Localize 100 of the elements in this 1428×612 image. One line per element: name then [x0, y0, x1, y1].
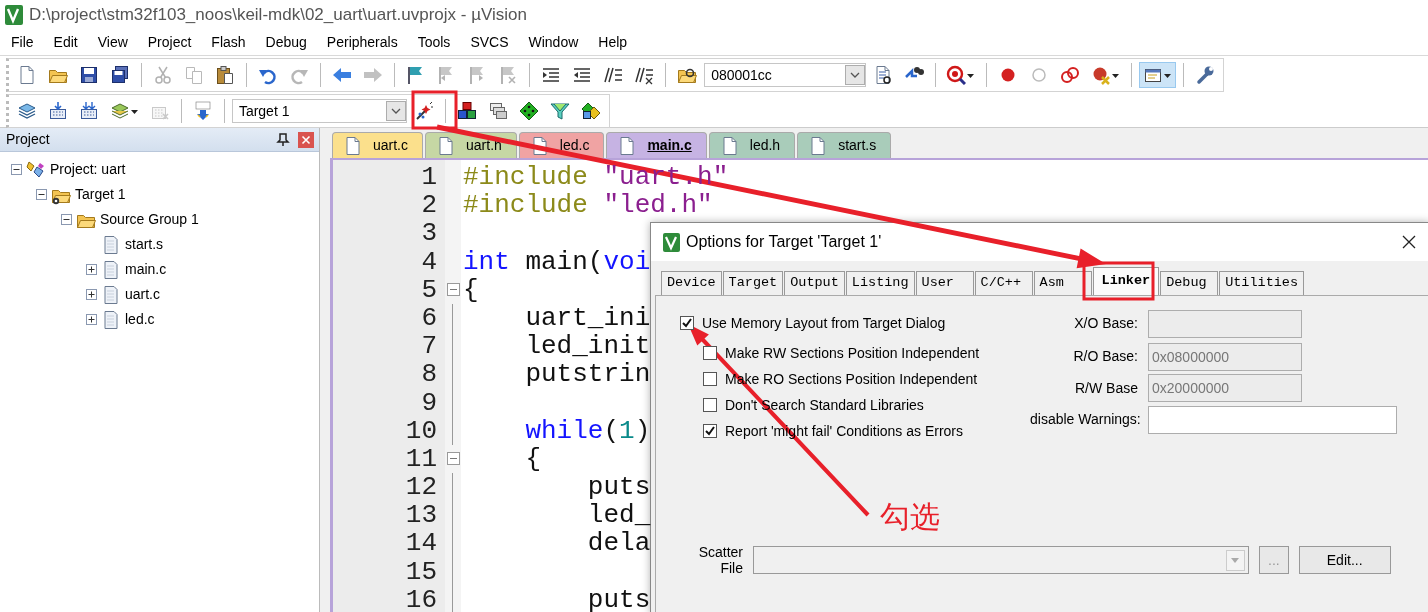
dialog-tab[interactable]: User	[915, 271, 974, 295]
line-number: 8	[420, 360, 438, 389]
dialog-tab[interactable]: Asm	[1033, 271, 1092, 295]
fold-icon[interactable]	[446, 452, 460, 466]
toggle-button[interactable]	[1139, 62, 1177, 88]
code-line: {	[463, 275, 479, 304]
checkbox[interactable]	[703, 372, 717, 386]
fold-icon[interactable]	[446, 283, 460, 297]
menu-item[interactable]: SVCS	[460, 32, 519, 53]
dialog-tab[interactable]: Target	[722, 271, 784, 295]
dialog-title: Options for Target 'Target 1'	[686, 232, 882, 252]
file-tab[interactable]: main.c	[606, 132, 707, 158]
menu-item[interactable]: Help	[588, 32, 638, 53]
file-icon	[436, 135, 456, 156]
dialog-tab[interactable]: Debug	[1160, 271, 1219, 295]
line-number: 1	[420, 163, 438, 192]
checkbox[interactable]	[703, 346, 717, 360]
line-number: 4	[420, 247, 438, 276]
field-label: Scatter File	[697, 544, 743, 576]
collapse-icon[interactable]	[11, 164, 22, 175]
line-number: 7	[420, 332, 438, 361]
expand-icon[interactable]	[86, 289, 97, 300]
magic-wand-icon[interactable]	[414, 101, 435, 121]
dialog-tab[interactable]: Device	[661, 271, 722, 295]
target-combo[interactable]: Target 1	[231, 99, 408, 123]
tree-item[interactable]: main.c	[125, 259, 167, 280]
tree-item[interactable]: start.s	[125, 234, 164, 255]
code-line: led_init	[524, 332, 651, 361]
menu-item[interactable]: View	[87, 32, 138, 53]
panel-title: Project	[6, 130, 50, 149]
save-all-icon[interactable]	[110, 65, 130, 85]
menu-item[interactable]: Flash	[201, 32, 256, 53]
expand-icon[interactable]	[86, 314, 97, 325]
highlight-frame	[411, 90, 458, 130]
window-title: D:\project\stm32f103_noos\keil-mdk\02_uart\uart.uvprojx - µVision	[29, 4, 527, 27]
menu-item[interactable]: Tools	[407, 32, 461, 53]
funnel-icon[interactable]	[550, 101, 570, 121]
build-icon[interactable]	[48, 101, 68, 121]
app-logo-icon	[663, 232, 680, 252]
dialog-tab[interactable]: Listing	[845, 271, 915, 295]
download-icon[interactable]	[192, 101, 213, 121]
menu-item[interactable]: Window	[518, 32, 589, 53]
field-label: R/O Base:	[1072, 347, 1139, 366]
outdent-icon[interactable]	[572, 65, 593, 85]
tree-item[interactable]: Project: uart	[50, 159, 126, 180]
left-arrow-icon[interactable]	[331, 65, 352, 85]
address-combo[interactable]: 080001cc	[704, 63, 866, 87]
app-logo-icon	[5, 5, 23, 25]
checkbox[interactable]	[680, 316, 694, 330]
layers-icon[interactable]	[17, 101, 37, 121]
checkbox[interactable]	[703, 424, 717, 438]
project-icon	[26, 159, 46, 180]
tree-item[interactable]: led.c	[125, 309, 155, 330]
code-line: #include "led.h"	[463, 191, 713, 220]
rebuild-icon[interactable]	[79, 101, 99, 121]
line-number: 2	[420, 191, 438, 220]
save-icon[interactable]	[79, 65, 99, 85]
menu-item[interactable]: Debug	[255, 32, 317, 53]
line-number: 10	[404, 416, 438, 445]
line-number: 11	[404, 444, 438, 474]
collapse-icon[interactable]	[36, 189, 47, 200]
file-tab[interactable]: start.s	[797, 132, 892, 158]
expand-icon[interactable]	[86, 264, 97, 275]
colored-blocks-icon[interactable]	[457, 101, 477, 121]
file-tab[interactable]: uart.c	[332, 132, 423, 158]
dialog-tab[interactable]: Output	[784, 271, 845, 295]
tree-item[interactable]: Target 1	[75, 184, 126, 205]
new-file-icon[interactable]	[17, 65, 37, 85]
tree-item[interactable]: Source Group 1	[100, 209, 199, 230]
menu-item[interactable]: File	[1, 32, 44, 53]
comment-icon[interactable]	[603, 65, 624, 85]
paste-icon[interactable]	[214, 65, 235, 85]
breakpoint-clear-icon[interactable]	[1091, 65, 1112, 85]
file-tab[interactable]: led.h	[708, 132, 796, 158]
debug-magnifier-icon[interactable]	[946, 65, 967, 85]
uncomment-icon[interactable]	[634, 65, 655, 85]
linked-circles-icon[interactable]	[1060, 65, 1081, 85]
tree-item[interactable]: uart.c	[125, 284, 160, 305]
checkbox-label: Make RW Sections Position Independent	[725, 343, 980, 363]
menu-item[interactable]: Peripherals	[316, 32, 408, 53]
menu-item[interactable]: Edit	[43, 32, 88, 53]
stack-icon[interactable]	[110, 101, 130, 121]
button[interactable]: Edit...	[1298, 546, 1391, 574]
input-field[interactable]	[1148, 405, 1397, 434]
line-number: 5	[420, 275, 438, 304]
wrench-icon[interactable]	[1195, 65, 1215, 85]
stacked-windows-icon[interactable]	[488, 101, 508, 121]
diamonds-icon[interactable]	[581, 101, 601, 121]
checkbox[interactable]	[703, 398, 717, 412]
menu-item[interactable]: Project	[137, 32, 202, 53]
indent-icon[interactable]	[541, 65, 562, 85]
diamond-icon[interactable]	[519, 101, 539, 121]
dialog-tab[interactable]: Utilities	[1219, 271, 1305, 295]
field-label: disable Warnings:	[1030, 410, 1142, 429]
dialog-tab[interactable]: C/C++	[974, 271, 1033, 295]
collapse-icon[interactable]	[61, 214, 72, 225]
pin-icon[interactable]	[276, 132, 290, 147]
code-line: putstrin	[524, 360, 651, 389]
dialog-tab[interactable]: Linker	[1092, 267, 1160, 295]
close-icon[interactable]	[1401, 234, 1417, 250]
